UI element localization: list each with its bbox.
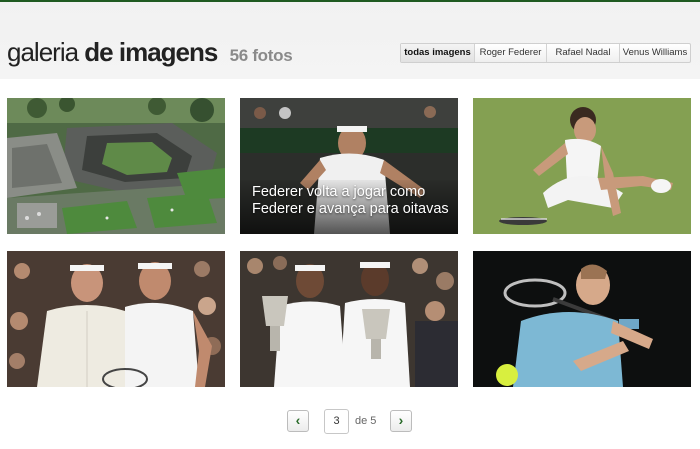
photo-stadium-aerial[interactable] xyxy=(7,98,225,234)
stadium-aerial-image xyxy=(7,98,225,234)
photo-federer-hitting[interactable]: Federer volta a jogar como Federer e ava… xyxy=(240,98,458,234)
photo-player-serving[interactable] xyxy=(473,251,691,387)
photo-count: 56 fotos xyxy=(229,46,293,65)
prev-page-button[interactable]: ‹ xyxy=(287,410,309,432)
photo-federer-nadal[interactable] xyxy=(7,251,225,387)
filter-tabs: todas imagens Roger Federer Rafael Nadal… xyxy=(400,43,691,63)
player-on-grass-image xyxy=(473,98,691,234)
photo-grid: Federer volta a jogar como Federer e ava… xyxy=(7,98,691,388)
page-title: galeria de imagens 56 fotos xyxy=(7,37,293,68)
page-total-label: de 5 xyxy=(355,415,377,427)
williams-trophies-image xyxy=(240,251,458,387)
filter-roger-federer[interactable]: Roger Federer xyxy=(474,44,546,62)
photo-caption: Federer volta a jogar como Federer e ava… xyxy=(252,184,449,217)
chevron-right-icon: › xyxy=(398,412,404,428)
filter-venus-williams[interactable]: Venus Williams xyxy=(619,44,690,62)
chevron-left-icon: ‹ xyxy=(295,412,301,428)
photo-williams-trophies[interactable] xyxy=(240,251,458,387)
current-page-input[interactable]: 3 xyxy=(324,409,349,434)
filter-rafael-nadal[interactable]: Rafael Nadal xyxy=(546,44,619,62)
next-page-button[interactable]: › xyxy=(390,410,412,432)
filter-todas-imagens[interactable]: todas imagens xyxy=(401,44,474,62)
federer-nadal-image xyxy=(7,251,225,387)
title-light: galeria xyxy=(7,37,79,67)
photo-player-on-grass[interactable] xyxy=(473,98,691,234)
title-bold: de imagens xyxy=(84,37,218,67)
player-serving-image xyxy=(473,251,691,387)
